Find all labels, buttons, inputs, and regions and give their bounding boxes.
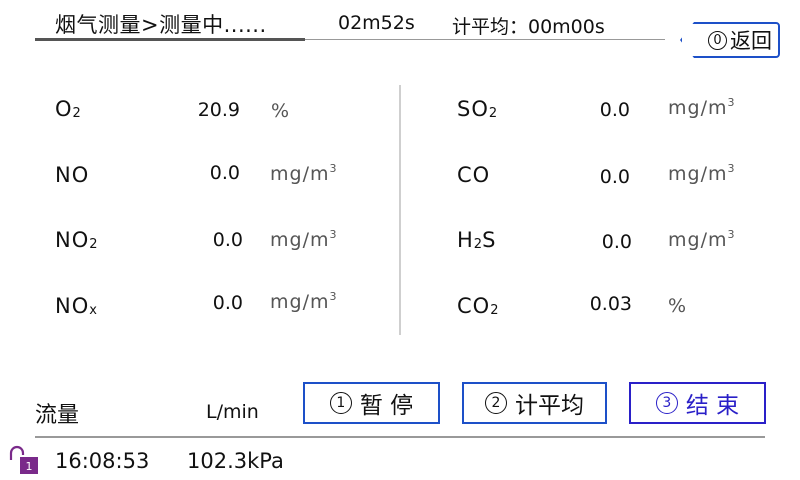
unlock-icon: 1 [9, 445, 38, 474]
end-button-label: 结 束 [685, 393, 740, 419]
key-two-icon: 2 [485, 392, 507, 414]
reading-name-co: CO [457, 163, 491, 187]
reading-value-nox: 0.0 [212, 292, 243, 314]
column-divider [399, 85, 401, 335]
average-time: 计平均：00m00s [452, 16, 605, 38]
reading-unit-so2: mg/m3 [668, 96, 735, 119]
reading-unit-no: mg/m3 [270, 162, 337, 185]
back-button[interactable]: 0 返回 [680, 22, 780, 58]
flow-label: 流量 [35, 403, 80, 428]
page-title: 烟气测量>测量中...... [55, 13, 267, 37]
reading-name-h2s: H2S [457, 228, 497, 252]
pressure-reading: 102.3kPa [187, 449, 284, 473]
header-rule [305, 39, 665, 40]
reading-unit-co2: % [668, 295, 688, 317]
reading-unit-nox: mg/m3 [270, 290, 337, 313]
elapsed-time: 02m52s [338, 12, 415, 34]
reading-unit-o2: % [271, 100, 291, 122]
reading-unit-h2s: mg/m3 [668, 228, 735, 251]
reading-value-co2: 0.03 [589, 293, 632, 315]
key-three-icon: 3 [655, 392, 678, 414]
pause-button-label: 暂 停 [359, 393, 414, 419]
reading-unit-no2: mg/m3 [270, 228, 337, 251]
reading-value-co: 0.0 [599, 166, 630, 188]
key-zero-icon: 0 [708, 30, 727, 50]
average-button-label: 计平均 [515, 393, 584, 419]
reading-name-no: NO [55, 163, 90, 187]
reading-value-h2s: 0.0 [601, 231, 632, 253]
status-divider [35, 436, 765, 438]
reading-unit-co: mg/m3 [668, 162, 735, 185]
reading-value-so2: 0.0 [599, 99, 630, 121]
reading-value-o2: 20.9 [197, 99, 240, 121]
title-underline [35, 38, 305, 41]
reading-name-co2: CO2 [457, 294, 499, 318]
reading-name-nox: NOx [55, 294, 97, 318]
key-one-icon: 1 [329, 392, 352, 414]
average-button[interactable]: 2 计平均 [462, 382, 607, 424]
reading-name-no2: NO2 [55, 228, 98, 252]
back-button-label: 返回 [730, 29, 772, 53]
clock-time: 16:08:53 [55, 449, 150, 473]
end-button[interactable]: 3 结 束 [629, 382, 766, 424]
reading-name-o2: O2 [55, 97, 81, 121]
reading-value-no: 0.0 [209, 162, 240, 184]
lock-badge: 1 [26, 460, 33, 473]
reading-name-so2: SO2 [457, 97, 498, 121]
reading-value-no2: 0.0 [212, 229, 243, 251]
flow-unit: L/min [206, 401, 259, 423]
pause-button[interactable]: 1 暂 停 [303, 382, 440, 424]
